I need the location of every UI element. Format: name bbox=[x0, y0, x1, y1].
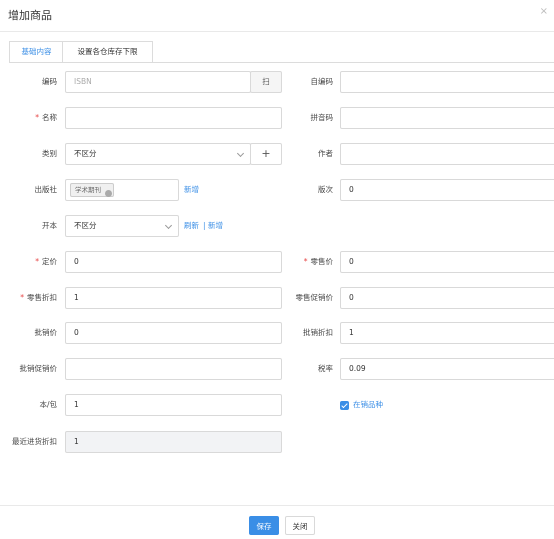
retail-discount-input[interactable]: 1 bbox=[65, 287, 282, 309]
required-mark: * bbox=[303, 257, 308, 266]
refresh-format-link[interactable]: 刷新 bbox=[184, 215, 199, 237]
pinyin-input[interactable] bbox=[340, 107, 554, 129]
dialog-title: 增加商品 bbox=[8, 9, 52, 22]
name-label: * 名称 bbox=[0, 107, 57, 129]
format-select[interactable]: 不区分 bbox=[65, 215, 179, 237]
tax-rate-label: 税率 bbox=[318, 364, 333, 373]
tabs-divider bbox=[9, 62, 554, 63]
add-publisher-link[interactable]: 新增 bbox=[184, 179, 199, 201]
edition-label: 版次 bbox=[318, 185, 333, 194]
format-value: 不区分 bbox=[74, 221, 97, 230]
per-pack-label: 本/包 bbox=[39, 400, 57, 409]
wholesale-price-input[interactable]: 0 bbox=[65, 322, 282, 344]
retail-discount-label-text: 零售折扣 bbox=[27, 293, 57, 302]
required-mark: * bbox=[35, 113, 39, 122]
retail-promo-input[interactable]: 0 bbox=[340, 287, 554, 309]
list-price-label: * 定价 bbox=[0, 251, 57, 273]
tab-basic[interactable]: 基础内容 bbox=[9, 41, 64, 63]
close-icon[interactable]: × bbox=[540, 6, 548, 17]
per-pack-input[interactable]: 1 bbox=[65, 394, 282, 416]
list-price-label-text: 定价 bbox=[42, 257, 57, 266]
wholesale-promo-input[interactable] bbox=[65, 358, 282, 380]
publisher-tag-label: 学术期刊 bbox=[75, 186, 101, 194]
required-mark: * bbox=[35, 257, 39, 266]
header-divider bbox=[0, 31, 554, 32]
add-category-button[interactable]: + bbox=[250, 143, 282, 165]
retail-price-input[interactable]: 0 bbox=[340, 251, 554, 273]
pinyin-label: 拼音码 bbox=[310, 113, 334, 122]
chevron-down-icon bbox=[164, 221, 173, 230]
custom-code-label: 自编码 bbox=[310, 77, 334, 86]
retail-price-label: * 零售价 bbox=[282, 251, 333, 273]
name-label-text: 名称 bbox=[42, 113, 57, 122]
required-mark: * bbox=[20, 293, 24, 302]
publisher-label: 出版社 bbox=[34, 185, 58, 194]
code-input[interactable]: ISBN bbox=[65, 71, 251, 93]
save-button[interactable]: 保存 bbox=[249, 516, 279, 535]
on-sale-label[interactable]: 在销品种 bbox=[353, 394, 383, 416]
category-value: 不区分 bbox=[74, 149, 97, 158]
chevron-down-icon bbox=[236, 149, 245, 158]
name-input[interactable] bbox=[65, 107, 282, 129]
list-price-input[interactable]: 0 bbox=[65, 251, 282, 273]
wholesale-discount-input[interactable]: 1 bbox=[340, 322, 554, 344]
wholesale-promo-label: 批销促销价 bbox=[19, 364, 58, 373]
footer-divider bbox=[0, 505, 554, 506]
tab-warehouse-stock-limit[interactable]: 设置各仓库存下限 bbox=[62, 41, 153, 62]
publisher-tag: 学术期刊 bbox=[70, 183, 114, 197]
tax-rate-input[interactable]: 0.09 bbox=[340, 358, 554, 380]
scan-button[interactable]: 扫 bbox=[250, 71, 282, 93]
publisher-input[interactable]: 学术期刊 bbox=[65, 179, 179, 201]
author-input[interactable] bbox=[340, 143, 554, 165]
retail-discount-label: * 零售折扣 bbox=[0, 287, 57, 309]
category-select[interactable]: 不区分 bbox=[65, 143, 251, 165]
format-label: 开本 bbox=[42, 221, 57, 230]
edition-input[interactable]: 0 bbox=[340, 179, 554, 201]
on-sale-checkbox[interactable] bbox=[340, 401, 349, 410]
wholesale-price-label: 批销价 bbox=[34, 328, 58, 337]
last-purchase-discount-input: 1 bbox=[65, 431, 282, 453]
last-purchase-discount-label: 最近进货折扣 bbox=[12, 437, 57, 446]
add-format-link[interactable]: 新增 bbox=[208, 215, 223, 237]
remove-tag-icon[interactable] bbox=[105, 190, 112, 197]
author-label: 作者 bbox=[318, 149, 333, 158]
wholesale-discount-label: 批销折扣 bbox=[303, 328, 333, 337]
code-label: 编码 bbox=[42, 77, 57, 86]
retail-promo-label: 零售促销价 bbox=[295, 293, 334, 302]
link-separator: | bbox=[203, 221, 206, 230]
custom-code-input[interactable] bbox=[340, 71, 554, 93]
retail-price-label-text: 零售价 bbox=[310, 257, 334, 266]
close-button[interactable]: 关闭 bbox=[285, 516, 315, 535]
category-label: 类别 bbox=[42, 149, 57, 158]
